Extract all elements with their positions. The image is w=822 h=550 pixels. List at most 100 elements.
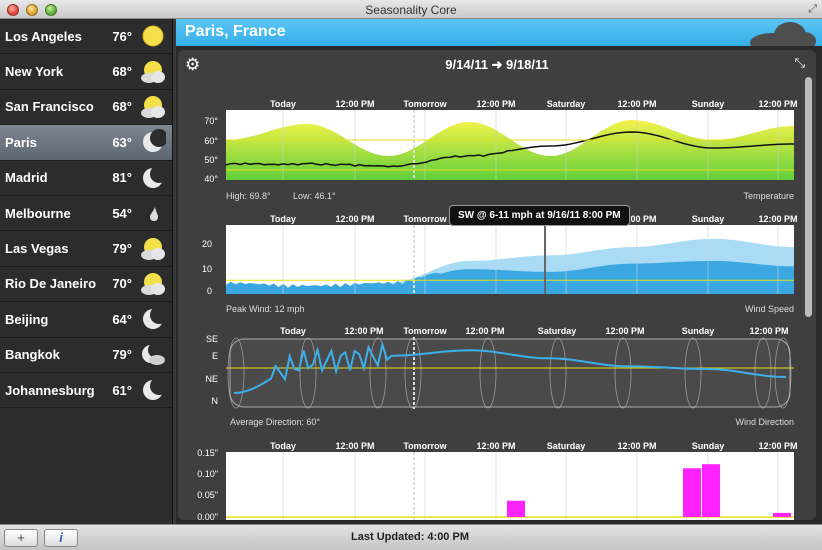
high-temp-label: High: 69.8°	[226, 191, 271, 201]
city-temperature: 76°	[100, 29, 132, 44]
time-label: Saturday	[538, 326, 577, 336]
vertical-scrollbar[interactable]	[805, 75, 812, 520]
info-button[interactable]: i	[44, 529, 78, 547]
y-tick-label: 70°	[204, 116, 218, 126]
cloud-icon	[744, 19, 816, 46]
time-label: Sunday	[682, 326, 715, 336]
moon-cloud-icon	[140, 342, 166, 368]
time-label: Saturday	[547, 441, 586, 451]
city-temperature: 63°	[100, 135, 132, 150]
city-temperature: 79°	[100, 347, 132, 362]
add-city-button[interactable]: +	[4, 529, 38, 547]
last-updated-text: Last Updated: 4:00 PM	[300, 531, 520, 543]
time-label: Today	[270, 214, 296, 224]
time-label: 12:00 PM	[335, 441, 374, 451]
time-label: 12:00 PM	[749, 326, 788, 336]
city-name: Los Angeles	[5, 29, 100, 44]
city-name: Rio De Janeiro	[5, 276, 100, 291]
time-label: 12:00 PM	[476, 99, 515, 109]
city-weather-icon	[140, 200, 166, 226]
city-weather-icon	[140, 94, 166, 120]
city-sidebar: Los Angeles 76° New York 68° San Francisco 68…	[0, 19, 173, 524]
city-temperature: 70°	[100, 276, 132, 291]
time-label: Tomorrow	[403, 441, 447, 451]
y-tick-label: 20	[202, 239, 212, 249]
city-row[interactable]: Beijing 64°	[0, 302, 172, 337]
city-row[interactable]: Los Angeles 76°	[0, 19, 172, 54]
city-name: Paris	[5, 135, 100, 150]
city-name: Johannesburg	[5, 383, 100, 398]
city-temperature: 79°	[100, 241, 132, 256]
y-tick-label: 0.05"	[197, 490, 218, 500]
city-weather-icon	[140, 59, 166, 85]
moon-icon	[140, 165, 166, 191]
city-row[interactable]: Paris 63°	[0, 125, 172, 160]
city-name: New York	[5, 64, 100, 79]
precip-bar	[702, 464, 720, 517]
city-row[interactable]: San Francisco 68°	[0, 90, 172, 125]
time-label: 12:00 PM	[758, 214, 797, 224]
average-direction-label: Average Direction: 60°	[230, 417, 320, 427]
city-temperature: 68°	[100, 64, 132, 79]
wind-tooltip: SW @ 6-11 mph at 9/16/11 8:00 PM	[449, 205, 630, 226]
y-tick-label: 0.00"	[197, 512, 218, 520]
city-temperature: 54°	[100, 206, 132, 221]
fullscreen-icon[interactable]: ⤢	[808, 3, 817, 16]
forecast-charts: Today 12:00 PM Tomorrow 12:00 PM Saturday 12:…	[178, 50, 803, 520]
city-temperature: 68°	[100, 99, 132, 114]
time-label: Today	[270, 99, 296, 109]
y-tick-label: 40°	[204, 174, 218, 184]
city-name: Beijing	[5, 312, 100, 327]
y-tick-label: 0.15"	[197, 448, 218, 458]
y-tick-label: 0.10"	[197, 469, 218, 479]
city-name: Bangkok	[5, 347, 100, 362]
time-label: 12:00 PM	[605, 326, 644, 336]
city-weather-icon	[140, 165, 166, 191]
time-label: 12:00 PM	[335, 99, 374, 109]
moon-icon	[140, 129, 166, 155]
city-row[interactable]: Rio De Janeiro 70°	[0, 267, 172, 302]
city-row[interactable]: Bangkok 79°	[0, 338, 172, 373]
time-label: 12:00 PM	[476, 441, 515, 451]
city-weather-icon	[140, 23, 166, 49]
moon-icon	[140, 306, 166, 332]
time-label: 12:00 PM	[617, 99, 656, 109]
partly-cloudy-icon	[140, 236, 166, 262]
precip-bar	[683, 468, 701, 517]
forecast-pane: Paris, France ⚙ 9/14/11 ➜ 9/18/11 ⤡ Toda…	[176, 19, 822, 524]
time-label: Sunday	[692, 214, 725, 224]
y-tick-label: 60°	[204, 136, 218, 146]
time-label: 12:00 PM	[335, 214, 374, 224]
y-tick-label: 50°	[204, 155, 218, 165]
scroll-thumb[interactable]	[805, 77, 812, 317]
temperature-title: Temperature	[743, 191, 794, 201]
city-row[interactable]: Las Vegas 79°	[0, 231, 172, 266]
time-label: Sunday	[692, 99, 725, 109]
bottom-toolbar: + i Last Updated: 4:00 PM	[0, 524, 822, 550]
city-row[interactable]: Johannesburg 61°	[0, 373, 172, 408]
location-title: Paris, France	[185, 23, 286, 41]
city-weather-icon	[140, 129, 166, 155]
city-row[interactable]: Madrid 81°	[0, 161, 172, 196]
time-label: 12:00 PM	[758, 99, 797, 109]
city-name: San Francisco	[5, 99, 100, 114]
window-title: Seasonality Core	[0, 3, 822, 17]
time-label: Sunday	[692, 441, 725, 451]
location-header: Paris, France	[176, 19, 822, 46]
city-temperature: 61°	[100, 383, 132, 398]
forecast-panel: ⚙ 9/14/11 ➜ 9/18/11 ⤡ Today 12:00 PM Tomor…	[178, 50, 816, 520]
partly-cloudy-icon	[140, 94, 166, 120]
time-label: 12:00 PM	[344, 326, 383, 336]
city-weather-icon	[140, 271, 166, 297]
city-weather-icon	[140, 236, 166, 262]
y-tick-label: 0	[207, 286, 212, 296]
time-label: 12:00 PM	[465, 326, 504, 336]
time-label: Today	[270, 441, 296, 451]
city-row[interactable]: Melbourne 54°	[0, 196, 172, 231]
time-label: Tomorrow	[403, 326, 447, 336]
city-weather-icon	[140, 342, 166, 368]
y-tick-label: SE	[206, 334, 218, 344]
time-label: Tomorrow	[403, 214, 447, 224]
city-row[interactable]: New York 68°	[0, 54, 172, 89]
raindrop-icon	[140, 200, 166, 226]
